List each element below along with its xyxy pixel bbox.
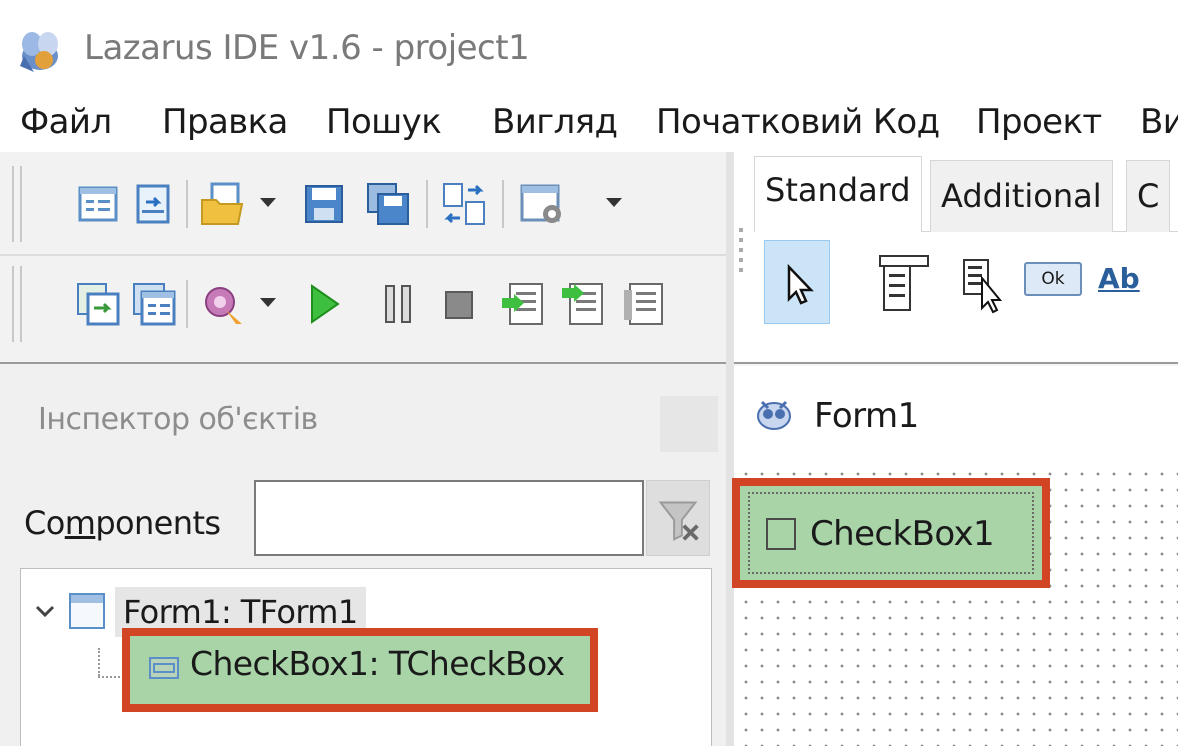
- open-dropdown-icon[interactable]: [260, 198, 276, 207]
- components-label: Components: [24, 504, 221, 542]
- new-form-icon[interactable]: [518, 180, 566, 228]
- menu-file[interactable]: Файл: [20, 102, 112, 142]
- label-component-icon[interactable]: Ab: [1098, 262, 1148, 302]
- form-caption-bar: Form1: [734, 366, 1178, 462]
- form-checkbox1-box[interactable]: [766, 518, 796, 550]
- save-all-icon[interactable]: [364, 180, 412, 228]
- menu-edit[interactable]: Правка: [162, 102, 288, 142]
- tab-standard[interactable]: Standard: [754, 156, 922, 233]
- open-folder-icon[interactable]: [198, 180, 246, 228]
- tree-item-label: CheckBox1: TCheckBox: [190, 644, 565, 683]
- step-out-icon[interactable]: [620, 280, 668, 328]
- toolbar-grip[interactable]: [12, 166, 22, 242]
- view-forms-icon[interactable]: [74, 280, 122, 328]
- toolbar-separator: [186, 280, 188, 328]
- palette-tabs: Standard Additional C: [754, 156, 1178, 233]
- new-form-dropdown-icon[interactable]: [606, 198, 622, 207]
- inspector-close-button[interactable]: [660, 396, 718, 452]
- build-mode-dropdown-icon[interactable]: [260, 298, 276, 307]
- tab-common-controls[interactable]: C: [1126, 160, 1171, 232]
- panel-splitter[interactable]: [726, 152, 734, 746]
- menu-search[interactable]: Пошук: [326, 102, 442, 142]
- lazarus-app-icon: [20, 32, 58, 72]
- clear-filter-icon[interactable]: [646, 480, 710, 556]
- stop-icon[interactable]: [436, 280, 484, 328]
- inspector-title: Інспектор об'єктів: [38, 402, 318, 437]
- toolbar-grip[interactable]: [12, 266, 22, 342]
- chevron-down-icon[interactable]: [35, 601, 55, 621]
- form-checkbox1-caption: CheckBox1: [810, 514, 995, 554]
- window-title: Lazarus IDE v1.6 - project1: [84, 28, 530, 68]
- view-form-icon[interactable]: [130, 280, 178, 328]
- palette-grip[interactable]: [734, 222, 748, 342]
- main-toolbar: [0, 152, 732, 362]
- menu-view[interactable]: Вигляд: [492, 102, 618, 142]
- tab-additional[interactable]: Additional: [930, 160, 1113, 232]
- component-palette: Standard Additional C Ok Ab: [734, 152, 1178, 362]
- tree-connector: [98, 676, 124, 678]
- run-icon[interactable]: [298, 280, 346, 328]
- checkbox-component-icon: [149, 657, 179, 679]
- lazarus-form-icon: [757, 400, 791, 430]
- new-unit-icon[interactable]: [74, 180, 122, 228]
- tree-connector: [98, 648, 100, 676]
- title-bar: Lazarus IDE v1.6 - project1: [0, 0, 1178, 88]
- menu-truncated[interactable]: Ви: [1140, 102, 1178, 142]
- menu-bar: Файл Правка Пошук Вигляд Початковий Код …: [0, 88, 1178, 152]
- menu-source[interactable]: Початковий Код: [656, 102, 940, 142]
- components-filter-input[interactable]: [254, 480, 644, 556]
- arrow-pointer-icon: [787, 263, 814, 305]
- menu-project[interactable]: Проект: [976, 102, 1102, 142]
- toolbar-row-2: [0, 254, 732, 350]
- popup-menu-component-icon[interactable]: [950, 246, 1010, 316]
- inspector-header: Інспектор об'єктів: [0, 366, 726, 470]
- build-mode-gear-icon[interactable]: [198, 280, 246, 328]
- form-icon: [69, 593, 105, 629]
- save-icon[interactable]: [300, 180, 348, 228]
- pointer-tool[interactable]: [764, 240, 830, 324]
- pause-icon[interactable]: [374, 280, 422, 328]
- view-units-icon[interactable]: [130, 180, 178, 228]
- toolbar-row-1: [0, 156, 732, 252]
- step-into-icon[interactable]: [500, 280, 548, 328]
- form-title: Form1: [814, 396, 919, 436]
- main-menu-component-icon[interactable]: [874, 246, 934, 316]
- palette-tools: Ok Ab: [754, 232, 1178, 362]
- toolbar-separator: [426, 180, 428, 228]
- step-over-icon[interactable]: [560, 280, 608, 328]
- button-component-icon[interactable]: Ok: [1024, 262, 1082, 296]
- toolbar-separator: [502, 180, 504, 228]
- toolbar-separator: [186, 180, 188, 228]
- toggle-form-unit-icon[interactable]: [440, 180, 488, 228]
